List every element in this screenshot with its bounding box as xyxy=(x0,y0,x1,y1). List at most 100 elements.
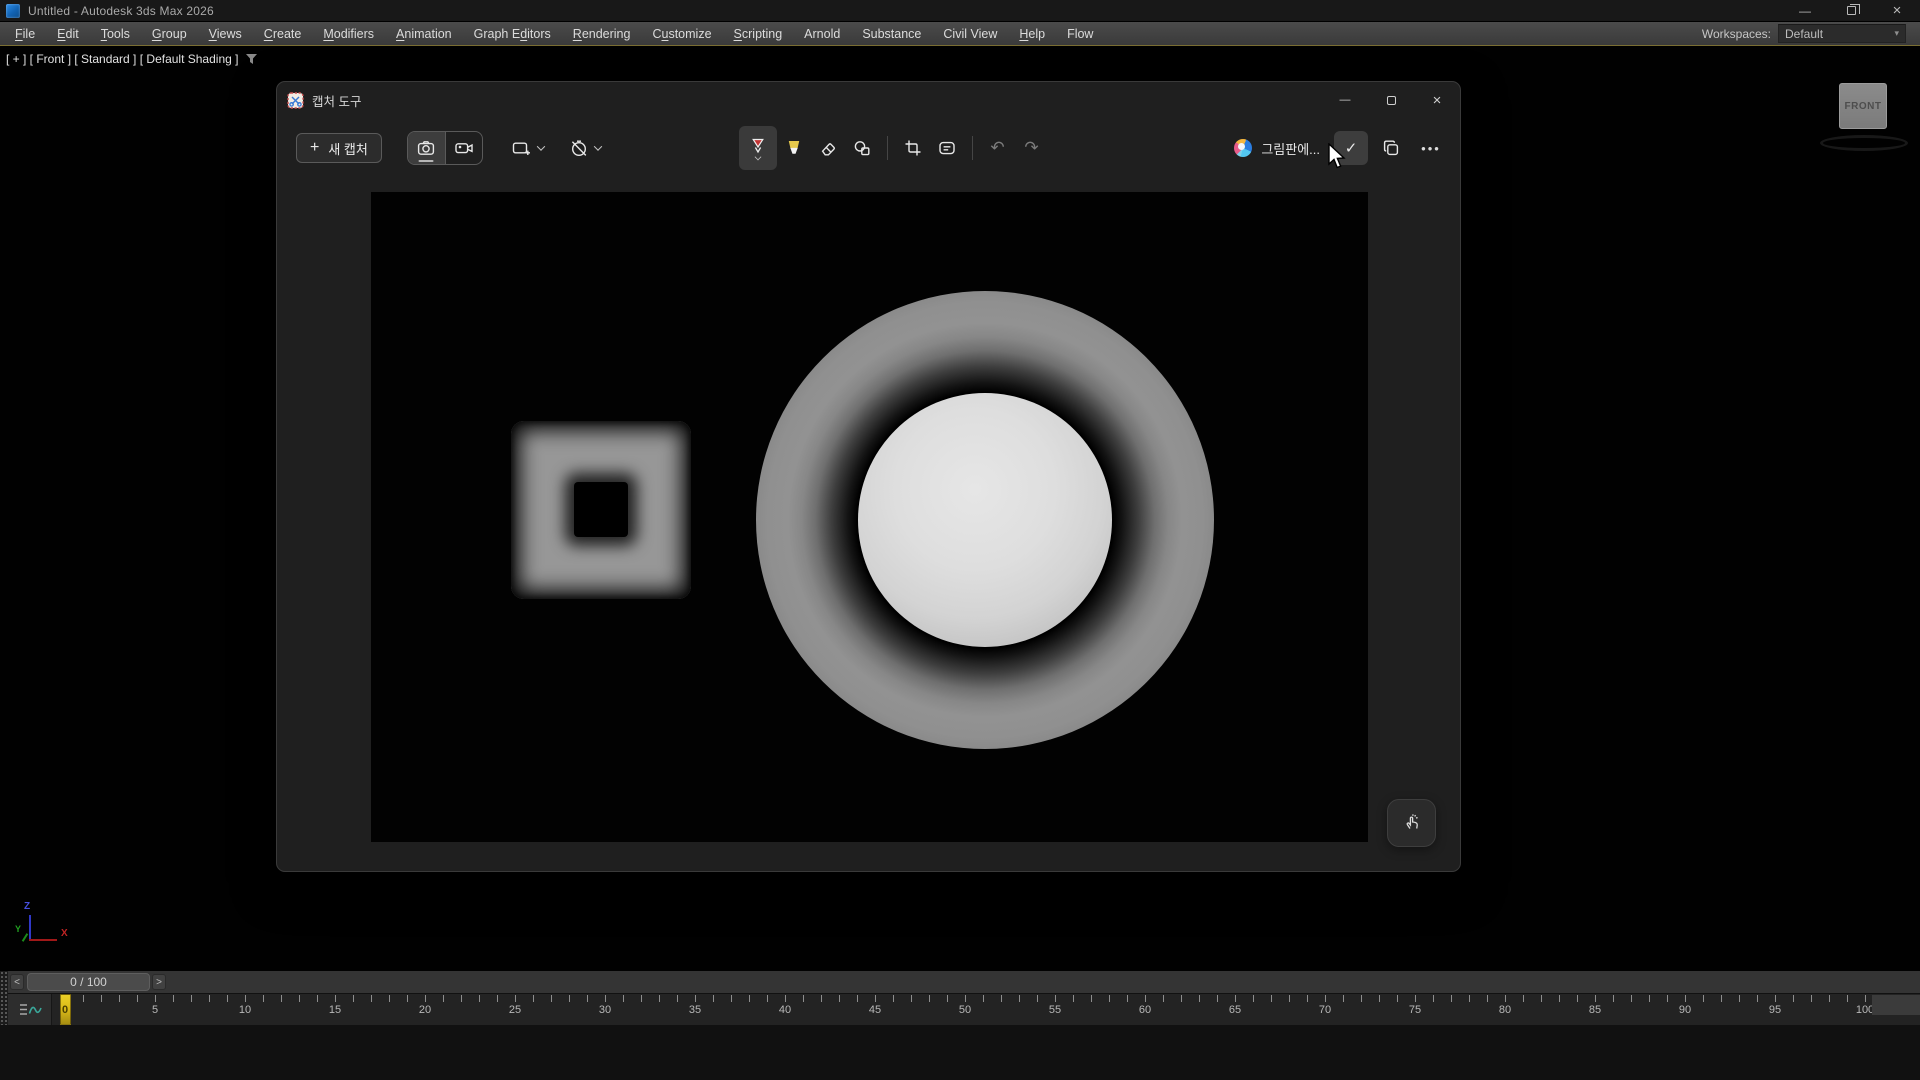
ballpoint-pen-tool-button[interactable] xyxy=(739,126,777,170)
menu-item-create[interactable]: Create xyxy=(253,22,313,46)
more-options-button[interactable]: ••• xyxy=(1414,131,1448,165)
ruler-label-30: 30 xyxy=(599,1004,611,1016)
ruler-label-50: 50 xyxy=(959,1004,971,1016)
menu-item-views[interactable]: Views xyxy=(198,22,253,46)
ruler-tick xyxy=(1145,995,1146,1002)
ruler-tick xyxy=(1253,995,1254,1002)
ruler-tick xyxy=(263,995,264,1002)
ruler-tick xyxy=(1127,995,1128,1002)
snip-maximize-button[interactable] xyxy=(1368,82,1414,118)
workspaces-dropdown[interactable]: Default ▾ xyxy=(1778,24,1906,43)
undo-button[interactable]: ↶ xyxy=(981,131,1015,165)
ruler-tick xyxy=(209,995,210,1002)
menu-item-help[interactable]: Help xyxy=(1008,22,1056,46)
shapes-tool-button[interactable] xyxy=(845,131,879,165)
snip-close-button[interactable]: × xyxy=(1414,82,1460,118)
eraser-tool-button[interactable] xyxy=(811,131,845,165)
ruler-tick xyxy=(1487,995,1488,1002)
captured-image-canvas[interactable] xyxy=(371,192,1368,842)
close-button[interactable]: × xyxy=(1874,0,1920,21)
viewcube[interactable]: FRONT xyxy=(1839,83,1887,129)
menu-item-file[interactable]: File xyxy=(4,22,46,46)
ruler-tick xyxy=(371,995,372,1002)
ruler-tick xyxy=(407,995,408,1002)
timeline-grip-handle[interactable] xyxy=(0,971,8,1025)
previous-frame-button[interactable]: < xyxy=(10,974,24,990)
menu-item-flow[interactable]: Flow xyxy=(1056,22,1104,46)
ruler-tick xyxy=(875,995,876,1002)
redo-button[interactable]: ↷ xyxy=(1015,131,1049,165)
snip-titlebar[interactable]: 캡처 도구 — × xyxy=(277,82,1460,118)
menu-item-animation[interactable]: Animation xyxy=(385,22,463,46)
menu-item-scripting[interactable]: Scripting xyxy=(723,22,794,46)
new-capture-button[interactable]: + 새 캡처 xyxy=(296,133,382,163)
timeline-ruler[interactable]: 0510152025303540455055606570758085909510… xyxy=(52,994,1920,1026)
ruler-tick xyxy=(1289,995,1290,1002)
maximize-icon xyxy=(1387,96,1396,105)
snip-toolbar-capture-group: + 새 캡처 xyxy=(296,120,619,176)
crop-tool-button[interactable] xyxy=(896,131,930,165)
checkmark-icon: ✓ xyxy=(1345,139,1358,157)
ruler-label-15: 15 xyxy=(329,1004,341,1016)
rendered-sphere xyxy=(858,393,1112,647)
ellipsis-icon: ••• xyxy=(1421,141,1441,156)
ruler-tick xyxy=(1865,995,1866,1002)
ruler-tick xyxy=(1847,995,1848,1002)
text-actions-button[interactable] xyxy=(930,131,964,165)
restore-button[interactable] xyxy=(1828,0,1874,21)
menu-item-rendering[interactable]: Rendering xyxy=(562,22,642,46)
menu-item-tools[interactable]: Tools xyxy=(90,22,141,46)
snip-minimize-button[interactable]: — xyxy=(1322,82,1368,118)
menu-item-group[interactable]: Group xyxy=(141,22,198,46)
ruler-tick xyxy=(1829,995,1830,1002)
frame-readout[interactable]: 0 / 100 xyxy=(27,973,150,991)
ruler-tick xyxy=(479,995,480,1002)
crop-icon xyxy=(903,138,923,158)
ruler-tick xyxy=(1505,995,1506,1002)
snip-delay-dropdown[interactable] xyxy=(562,131,608,165)
video-mode-button[interactable] xyxy=(445,132,482,164)
track-bar: 0510152025303540455055606570758085909510… xyxy=(0,993,1920,1025)
ruler-tick xyxy=(1649,995,1650,1002)
feedback-button[interactable] xyxy=(1387,799,1436,847)
ruler-tick xyxy=(173,995,174,1002)
ruler-tick xyxy=(353,995,354,1002)
menu-item-customize[interactable]: Customize xyxy=(641,22,722,46)
highlighter-tool-button[interactable] xyxy=(777,131,811,165)
copy-button[interactable] xyxy=(1374,131,1408,165)
ruler-label-40: 40 xyxy=(779,1004,791,1016)
ruler-tick xyxy=(857,995,858,1002)
snip-shape-dropdown[interactable] xyxy=(504,131,551,165)
menu-item-civil-view[interactable]: Civil View xyxy=(932,22,1008,46)
workspaces-control: Workspaces: Default ▾ xyxy=(1702,24,1920,43)
edit-in-paint-label: 그림판에... xyxy=(1261,139,1320,158)
minimize-button[interactable]: — xyxy=(1782,0,1828,21)
ruler-label-65: 65 xyxy=(1229,1004,1241,1016)
next-frame-button[interactable]: > xyxy=(152,974,166,990)
menu-item-graph-editors[interactable]: Graph Editors xyxy=(463,22,562,46)
ruler-tick xyxy=(1559,995,1560,1002)
menu-item-arnold[interactable]: Arnold xyxy=(793,22,851,46)
camera-icon xyxy=(416,138,436,158)
text-actions-icon xyxy=(937,138,957,158)
ruler-tick xyxy=(191,995,192,1002)
menu-item-edit[interactable]: Edit xyxy=(46,22,90,46)
max-window-title: Untitled - Autodesk 3ds Max 2026 xyxy=(28,4,214,18)
mini-curve-editor-button[interactable] xyxy=(8,994,52,1026)
ruler-tick xyxy=(1037,995,1038,1002)
ruler-tick xyxy=(911,995,912,1002)
ruler-tick xyxy=(623,995,624,1002)
ruler-tick xyxy=(1757,995,1758,1002)
viewcube-front-face[interactable]: FRONT xyxy=(1845,101,1882,112)
ruler-label-75: 75 xyxy=(1409,1004,1421,1016)
snip-window-title: 캡처 도구 xyxy=(312,91,361,110)
screenshot-mode-button[interactable] xyxy=(408,132,445,164)
highlighter-icon xyxy=(784,138,804,158)
viewport-label[interactable]: [ + ] [ Front ] [ Standard ] [ Default S… xyxy=(6,52,258,66)
ruler-tick xyxy=(389,995,390,1002)
menu-item-substance[interactable]: Substance xyxy=(851,22,932,46)
chevron-down-icon xyxy=(537,142,545,150)
menu-item-modifiers[interactable]: Modifiers xyxy=(312,22,385,46)
ruler-tick xyxy=(1181,995,1182,1002)
edit-in-paint-button[interactable]: 그림판에... xyxy=(1226,131,1328,165)
